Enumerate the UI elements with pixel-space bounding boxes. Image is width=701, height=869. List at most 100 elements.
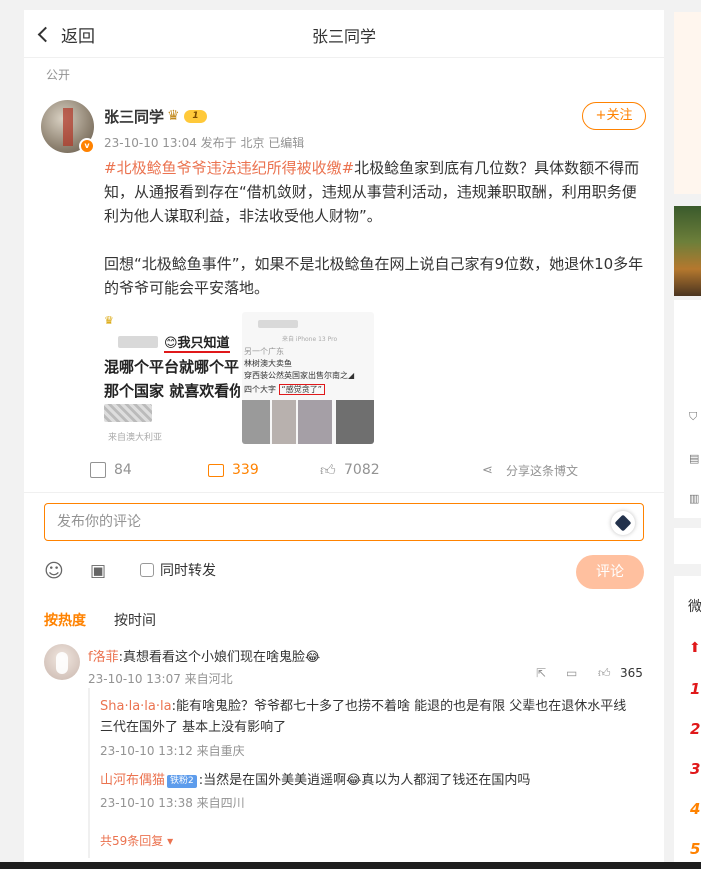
post-paragraph-2: 回想“北极鲶鱼事件”，如果不是北极鲶鱼在网上说自己家有9位数，她退休10多年的爷… bbox=[104, 255, 644, 297]
image-icon[interactable]: ▣ bbox=[90, 561, 110, 581]
comment-input[interactable] bbox=[45, 504, 585, 540]
image2-photo-2 bbox=[272, 400, 296, 444]
post-meta: 23-10-10 13:04 发布于 北京 已编辑 bbox=[104, 136, 305, 150]
hot-list-heading: 微 bbox=[688, 599, 701, 615]
share-post-button[interactable]: ⋖ 分享这条博文 bbox=[482, 462, 578, 479]
reply-1: Sha·la·la·la:能有啥鬼脸？爷爷都七十多了也捞不着啥 能退的也是有限 … bbox=[100, 696, 640, 738]
reply-1-name[interactable]: Sha·la·la·la bbox=[100, 699, 172, 714]
level-badge: 1 bbox=[184, 110, 207, 123]
shield-icon[interactable]: ⛉ bbox=[689, 410, 697, 424]
share-post-label: 分享这条博文 bbox=[506, 464, 579, 478]
comment-reply-icon[interactable]: ▭ bbox=[566, 666, 577, 680]
tab-by-time[interactable]: 按时间 bbox=[114, 610, 156, 630]
reply-1-meta: 23-10-10 13:12 来自重庆 bbox=[100, 744, 245, 758]
blurred-avatar bbox=[104, 404, 152, 422]
rank-2[interactable]: 2 bbox=[690, 720, 700, 738]
post-image-1[interactable]: ♛ 😊我只知道 混哪个平台就哪个平 那个国家 就喜欢看你 来自澳大利亚 bbox=[104, 312, 240, 444]
topic-link[interactable]: #北极鲶鱼爷爷违法违纪所得被收缴# bbox=[104, 159, 354, 177]
comment-icon bbox=[208, 463, 224, 477]
divider bbox=[24, 492, 664, 493]
right-card-links bbox=[674, 300, 701, 518]
post-image-2[interactable]: 来自 iPhone 13 Pro 另一个广东 林树澳大卖鱼 穿西装公然英国家出售… bbox=[242, 312, 374, 444]
reply-2-name[interactable]: 山河布偶猫 bbox=[100, 773, 165, 788]
comment-actions: ⇱ ▭ 👍︎ 365 bbox=[536, 666, 644, 684]
image1-line2: 混哪个平台就哪个平 bbox=[104, 358, 240, 376]
image1-line3: 那个国家 就喜欢看你 bbox=[104, 382, 240, 400]
emoji-icon[interactable]: ☺ bbox=[44, 561, 64, 581]
more-replies-link[interactable]: 共59条回复 ▾ bbox=[100, 832, 173, 849]
follow-button[interactable]: +关注 bbox=[582, 102, 646, 130]
pin-icon: ⬆ bbox=[689, 640, 701, 656]
blurred-name bbox=[258, 320, 298, 328]
verified-badge-icon: v bbox=[79, 138, 95, 154]
reply-1-text: :能有啥鬼脸？爷爷都七十多了也捞不着啥 能退的也是有限 父辈也在退休水平线 三代… bbox=[100, 699, 627, 735]
repost-button[interactable]: 84 bbox=[90, 462, 132, 478]
image2-photo-4 bbox=[336, 400, 374, 444]
comment-input-box bbox=[44, 503, 644, 541]
rank-3[interactable]: 3 bbox=[690, 760, 700, 778]
comment-like-count: 365 bbox=[620, 666, 643, 680]
post-body: #北极鲶鱼爷爷违法违纪所得被收缴#北极鲶鱼家到底有几位数？具体数额不得而知，从通… bbox=[104, 156, 644, 324]
submit-comment-button[interactable]: 评论 bbox=[576, 555, 644, 589]
post-paragraph-1: #北极鲶鱼爷爷违法违纪所得被收缴#北极鲶鱼家到底有几位数？具体数额不得而知，从通… bbox=[104, 156, 644, 228]
image2-header: 来自 iPhone 13 Pro bbox=[282, 336, 338, 343]
comment-share-icon[interactable]: ⇱ bbox=[536, 666, 546, 680]
reply-2-meta: 23-10-10 13:38 来自四川 bbox=[100, 796, 245, 810]
forward-checkbox[interactable] bbox=[140, 563, 154, 577]
image2-photo-1 bbox=[242, 400, 270, 444]
caret-down-icon: ▾ bbox=[163, 834, 174, 848]
rank-4[interactable]: 4 bbox=[690, 800, 700, 818]
like-count: 7082 bbox=[344, 462, 380, 478]
right-card-small bbox=[674, 528, 701, 564]
page-title: 张三同学 bbox=[311, 27, 376, 46]
repost-icon bbox=[90, 462, 106, 478]
more-replies-label: 共59条回复 bbox=[100, 834, 164, 848]
image2-line3-pre: 四个大字 bbox=[244, 385, 276, 394]
comment-count: 339 bbox=[232, 462, 259, 478]
reply-thread: Sha·la·la·la:能有啥鬼脸？爷爷都七十多了也捞不着啥 能退的也是有限 … bbox=[88, 688, 644, 858]
crown-icon: ♛ bbox=[167, 108, 180, 124]
top-bar: 返回 张三同学 bbox=[24, 10, 664, 58]
comment-like-icon[interactable]: 👍︎ bbox=[598, 666, 611, 681]
rank-5[interactable]: 5 bbox=[690, 840, 700, 858]
image1-footer: 来自澳大利亚 bbox=[108, 433, 163, 443]
post-action-bar: 84 339 👍︎ 7082 ⋖ 分享这条博文 bbox=[24, 458, 664, 486]
document-icon[interactable]: ▤ bbox=[689, 452, 699, 465]
taskbar bbox=[0, 862, 701, 869]
list-icon[interactable]: ▥ bbox=[689, 492, 699, 505]
image2-line1: 林树澳大卖鱼 bbox=[244, 359, 292, 368]
comment-button[interactable]: 339 bbox=[208, 462, 259, 478]
image1-line1: 😊我只知道 bbox=[164, 332, 230, 353]
forward-label: 同时转发 bbox=[160, 563, 216, 579]
right-card-top bbox=[674, 12, 701, 194]
right-hot-list bbox=[674, 576, 701, 862]
image2-sub: 另一个广东 bbox=[244, 347, 284, 356]
fan-badge: 铁粉2 bbox=[167, 775, 197, 788]
author-name[interactable]: 张三同学 bbox=[104, 106, 164, 127]
thumbs-up-icon: 👍︎ bbox=[320, 461, 336, 479]
commenter-name[interactable]: f洛菲 bbox=[88, 650, 119, 665]
post-detail-card: 返回 张三同学 公开 v 张三同学 ♛ 1 23-10-10 13:04 发布于… bbox=[24, 10, 664, 869]
share-icon: ⋖ bbox=[482, 462, 493, 478]
forward-toggle[interactable]: 同时转发 bbox=[140, 560, 216, 580]
image2-highlight: “感觉贪了” bbox=[278, 384, 325, 395]
comment-meta: 23-10-10 13:07 来自河北 bbox=[88, 672, 233, 686]
comment-text-line: f洛菲:真想看看这个小娘们现在啥鬼脸😂 bbox=[88, 646, 320, 665]
like-button[interactable]: 👍︎ 7082 bbox=[320, 462, 380, 478]
comment-sort-tabs: 按热度 按时间 bbox=[44, 610, 156, 630]
image2-line3: 四个大字 “感觉贪了” bbox=[244, 384, 325, 395]
visibility-label: 公开 bbox=[46, 68, 71, 82]
comment-text: :真想看看这个小娘们现在啥鬼脸😂 bbox=[118, 650, 321, 665]
reply-2: 山河布偶猫 铁粉2:当然是在国外美美逍遥啊😂真以为人都润了钱还在国内吗 bbox=[100, 770, 640, 791]
image2-line2: 穿西装公然英国家出售尔南之◢ bbox=[244, 371, 355, 380]
comment-tools: ☺ ▣ 同时转发 评论 bbox=[44, 555, 644, 589]
image2-photo-3 bbox=[298, 400, 332, 444]
rank-1[interactable]: 1 bbox=[690, 680, 700, 698]
tab-by-hotness[interactable]: 按热度 bbox=[44, 610, 86, 630]
right-panel-image[interactable] bbox=[674, 206, 701, 296]
ai-assist-button[interactable] bbox=[611, 511, 635, 535]
commenter-avatar[interactable] bbox=[44, 644, 80, 680]
blurred-username bbox=[118, 336, 158, 348]
ai-icon bbox=[614, 514, 632, 532]
crown-emoji-icon: ♛ bbox=[104, 314, 114, 327]
